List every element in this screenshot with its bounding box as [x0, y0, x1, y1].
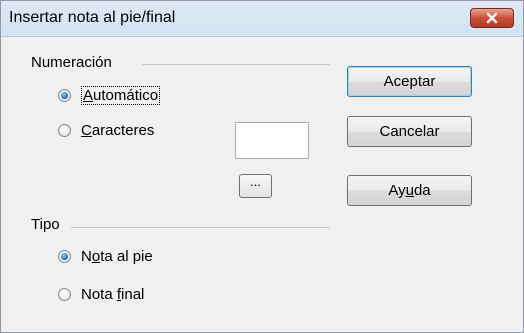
- radio-endnote[interactable]: Nota final: [58, 286, 144, 303]
- radio-characters[interactable]: Caracteres: [58, 122, 154, 139]
- numbering-separator: [142, 64, 330, 65]
- title-bar: Insertar nota al pie/final: [1, 1, 523, 37]
- close-button[interactable]: [470, 8, 514, 28]
- radio-automatic[interactable]: Automático: [58, 86, 161, 105]
- dialog-window: Insertar nota al pie/final Numeración Au…: [0, 0, 524, 333]
- radio-automatic-indicator[interactable]: [58, 89, 71, 102]
- radio-footnote[interactable]: Nota al pie: [58, 248, 153, 265]
- numbering-group-label: Numeración: [31, 54, 112, 71]
- radio-endnote-label: Nota final: [81, 286, 145, 303]
- ok-button[interactable]: Aceptar: [347, 66, 472, 97]
- radio-characters-indicator[interactable]: [58, 124, 71, 137]
- radio-endnote-indicator[interactable]: [58, 288, 71, 301]
- browse-characters-button[interactable]: ...: [239, 174, 272, 198]
- help-button[interactable]: Ayuda: [347, 175, 472, 206]
- window-title: Insertar nota al pie/final: [9, 9, 176, 26]
- help-button-label: Ayuda: [388, 182, 431, 199]
- characters-input[interactable]: [235, 122, 309, 159]
- close-icon: [486, 12, 498, 24]
- cancel-button[interactable]: Cancelar: [347, 116, 472, 147]
- radio-footnote-label: Nota al pie: [81, 248, 153, 265]
- radio-footnote-indicator[interactable]: [58, 250, 71, 263]
- radio-characters-label: Caracteres: [81, 122, 155, 139]
- dialog-content: Numeración Automático Caracteres ... Tip…: [9, 38, 516, 328]
- radio-automatic-label: Automático: [81, 86, 161, 105]
- type-separator: [71, 227, 330, 228]
- type-group-label: Tipo: [31, 216, 60, 233]
